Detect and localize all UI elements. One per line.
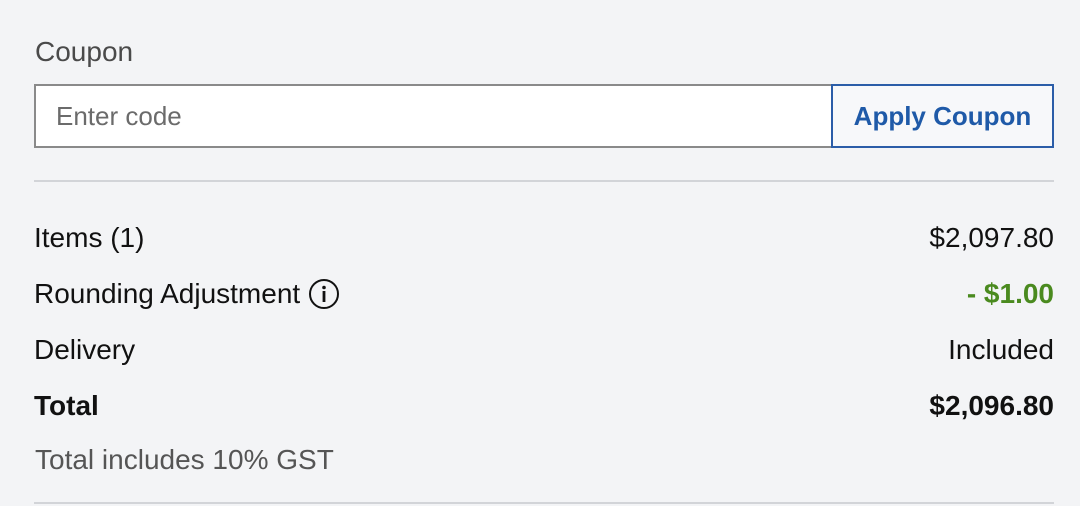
- gst-note: Total includes 10% GST: [35, 444, 334, 475]
- info-icon[interactable]: [308, 278, 340, 310]
- divider: [34, 180, 1054, 182]
- total-value: $2,096.80: [929, 390, 1054, 421]
- delivery-label: Delivery: [34, 334, 136, 365]
- total-label: Total: [34, 390, 99, 421]
- coupon-code-input[interactable]: [34, 84, 831, 148]
- rounding-value: - $1.00: [966, 278, 1054, 309]
- rounding-label-group: Rounding Adjustment: [34, 278, 340, 310]
- apply-coupon-button[interactable]: Apply Coupon: [831, 84, 1054, 148]
- summary-row-total: Total $2,096.80: [34, 386, 1054, 426]
- coupon-label: Coupon: [35, 36, 134, 67]
- summary-row-rounding: Rounding Adjustment - $1.00: [34, 274, 1054, 314]
- summary-row-items: Items (1) $2,097.80: [34, 218, 1054, 258]
- items-value: $2,097.80: [929, 222, 1054, 253]
- coupon-form: Apply Coupon: [34, 84, 1054, 148]
- order-summary-panel: Coupon Apply Coupon Items (1) $2,097.80 …: [0, 0, 1080, 506]
- divider: [34, 502, 1054, 504]
- rounding-label: Rounding Adjustment: [34, 278, 301, 309]
- items-label: Items (1): [34, 222, 145, 253]
- summary-row-delivery: Delivery Included: [34, 330, 1054, 370]
- delivery-value: Included: [948, 334, 1054, 365]
